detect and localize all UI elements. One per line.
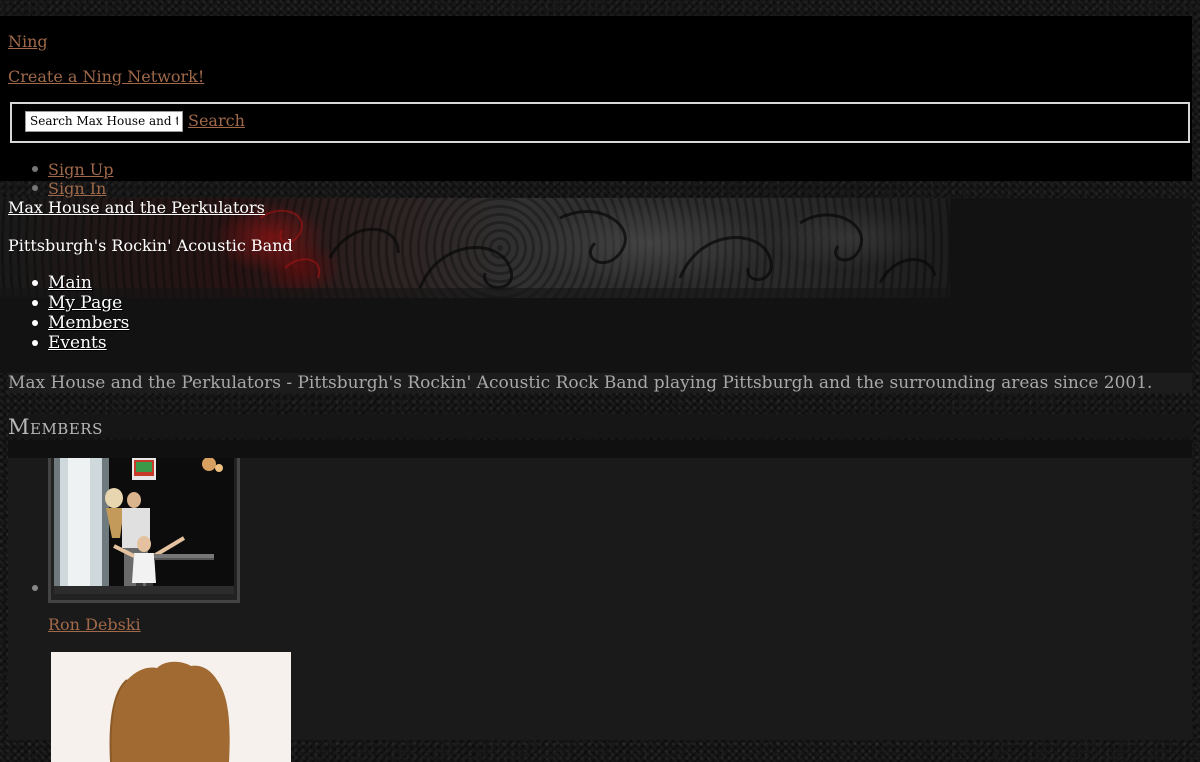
main-nav: Main My Page Members Events <box>31 273 129 353</box>
nav-events[interactable]: Events <box>48 333 107 353</box>
ning-link[interactable]: Ning <box>8 32 48 52</box>
member-photo-icon <box>54 458 234 594</box>
nav-item: My Page <box>31 293 129 313</box>
list-item: Sign In <box>31 179 113 198</box>
site-tagline: Pittsburgh's Rockin' Acoustic Band <box>8 236 293 255</box>
sign-up-link[interactable]: Sign Up <box>48 160 113 179</box>
search-form: Search <box>10 102 1190 143</box>
nav-members[interactable]: Members <box>48 313 129 333</box>
search-input[interactable] <box>25 111 183 132</box>
members-heading: Members <box>8 414 1192 439</box>
sign-in-link[interactable]: Sign In <box>48 179 106 198</box>
member-name-link[interactable]: Ron Debski <box>48 615 141 635</box>
ning-topbar: Ning Create a Ning Network! Search Sign … <box>0 16 1192 198</box>
nav-item: Main <box>31 273 129 293</box>
site-description: Max House and the Perkulators - Pittsbur… <box>8 373 1192 393</box>
default-avatar-icon[interactable] <box>51 652 291 762</box>
list-bullet <box>32 585 38 591</box>
site-title[interactable]: Max House and the Perkulators <box>8 198 265 218</box>
nav-item: Events <box>31 333 129 353</box>
members-divider <box>8 440 1192 458</box>
account-links: Sign Up Sign In <box>31 160 113 198</box>
member-photo-link[interactable] <box>48 458 240 603</box>
list-item: Sign Up <box>31 160 113 179</box>
search-button[interactable]: Search <box>188 111 245 131</box>
nav-main[interactable]: Main <box>48 273 92 293</box>
nav-my-page[interactable]: My Page <box>48 293 122 313</box>
site-header: Max House and the Perkulators Pittsburgh… <box>0 198 1192 373</box>
avatar-silhouette <box>51 652 291 762</box>
nav-item: Members <box>31 313 129 333</box>
create-network-link[interactable]: Create a Ning Network! <box>8 67 204 87</box>
